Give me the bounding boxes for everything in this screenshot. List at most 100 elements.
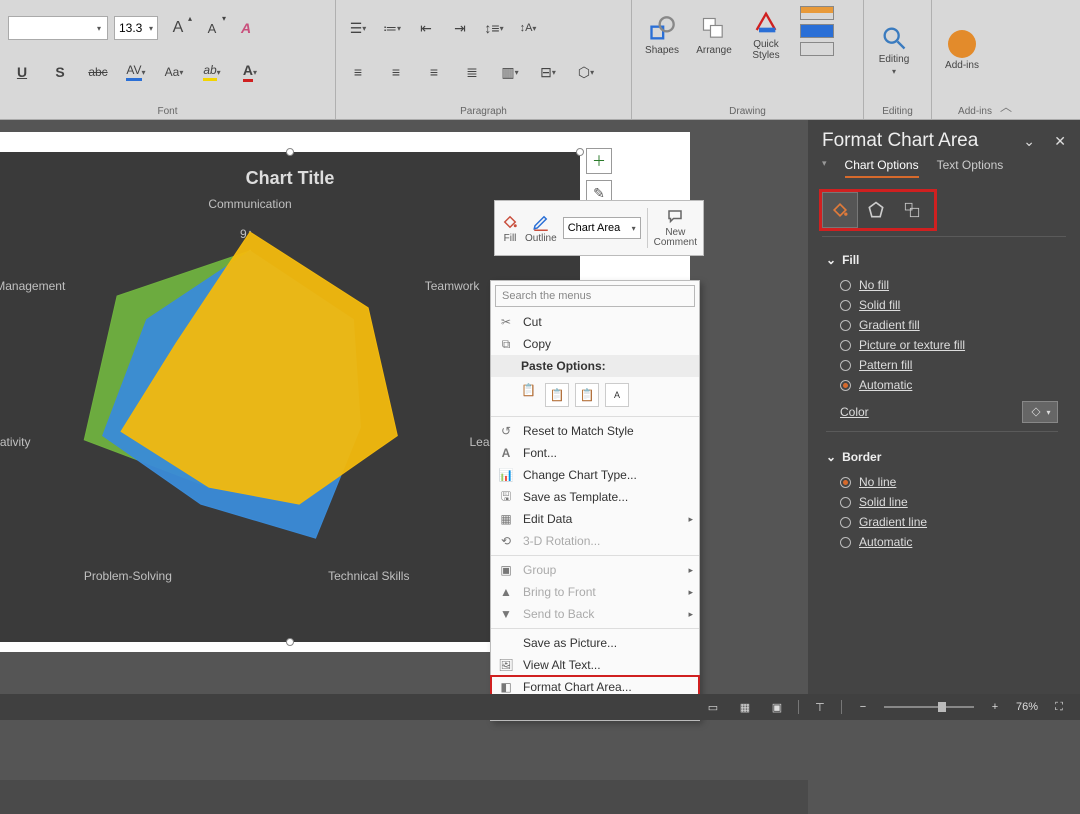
reset-icon: ↺ xyxy=(497,424,515,438)
view-normal-icon[interactable]: ▭ xyxy=(702,698,724,716)
pane-title: Format Chart Area xyxy=(822,130,978,152)
menu-save-template[interactable]: 🖫Save as Template... xyxy=(491,486,699,508)
menu-save-as-picture[interactable]: Save as Picture... xyxy=(491,632,699,654)
chart-title[interactable]: Chart Title xyxy=(0,152,580,189)
double-strike-button[interactable]: abc xyxy=(84,58,112,86)
justify-icon[interactable]: ≣ xyxy=(458,58,486,86)
fill-section-header[interactable]: ⌄Fill xyxy=(826,253,1062,267)
editing-group-label: Editing xyxy=(864,106,931,117)
quick-styles-button[interactable]: Quick Styles xyxy=(744,6,788,64)
chart-icon: 📊 xyxy=(497,468,515,482)
font-name-combo[interactable]: ▾ xyxy=(8,16,108,40)
align-text-icon[interactable]: ⊟▾ xyxy=(534,58,562,86)
pane-category-icons xyxy=(822,192,934,228)
notes-strip[interactable] xyxy=(0,780,808,814)
zoom-in-icon[interactable]: + xyxy=(984,698,1006,716)
tab-text-options[interactable]: Text Options xyxy=(937,158,1004,178)
mini-new-comment-button[interactable]: New Comment xyxy=(654,208,697,248)
arrange-button[interactable]: Arrange xyxy=(692,6,736,64)
fill-solid[interactable]: Solid fill xyxy=(826,295,1062,315)
resize-handle[interactable] xyxy=(286,148,294,156)
resize-handle[interactable] xyxy=(286,638,294,646)
svg-text:Problem-Solving: Problem-Solving xyxy=(84,569,172,583)
fill-picture[interactable]: Picture or texture fill xyxy=(826,335,1062,355)
char-spacing-button[interactable]: AV▾ xyxy=(122,58,150,86)
underline-button[interactable]: U xyxy=(8,58,36,86)
border-solid[interactable]: Solid line xyxy=(826,492,1062,512)
highlight-button[interactable]: ab▾ xyxy=(198,58,226,86)
bullets-icon[interactable]: ☰▾ xyxy=(344,14,372,42)
increase-indent-icon[interactable]: ⇥ xyxy=(446,14,474,42)
align-right-icon[interactable]: ≡ xyxy=(420,58,448,86)
collapse-ribbon-icon[interactable]: ︿ xyxy=(1000,98,1012,115)
change-case-button[interactable]: Aa▾ xyxy=(160,58,188,86)
menu-font[interactable]: AFont... xyxy=(491,442,699,464)
menu-reset-match-style[interactable]: ↺Reset to Match Style xyxy=(491,420,699,442)
shapes-icon xyxy=(648,15,676,43)
zoom-level[interactable]: 76% xyxy=(1016,701,1038,713)
menu-change-chart-type[interactable]: 📊Change Chart Type... xyxy=(491,464,699,486)
menu-view-alt-text[interactable]: 🖼View Alt Text... xyxy=(491,654,699,676)
mini-target-dropdown[interactable]: Chart Area▾ xyxy=(563,217,641,239)
edit-data-icon: ▦ xyxy=(497,512,515,526)
fit-to-window-icon[interactable]: ⛶ xyxy=(1048,698,1070,716)
mini-outline-button[interactable]: Outline xyxy=(525,213,557,244)
paragraph-group-label: Paragraph xyxy=(336,106,631,117)
border-section-header[interactable]: ⌄Border xyxy=(826,450,1062,464)
align-left-icon[interactable]: ≡ xyxy=(344,58,372,86)
svg-text:Creativity: Creativity xyxy=(0,435,31,449)
align-center-icon[interactable]: ≡ xyxy=(382,58,410,86)
strikethrough-button[interactable]: S xyxy=(46,58,74,86)
pane-close-icon[interactable]: ✕ xyxy=(1054,133,1066,149)
numbering-icon[interactable]: ≔▾ xyxy=(378,14,406,42)
pane-dropdown-icon[interactable]: ⌄ xyxy=(1023,133,1035,149)
border-no-line[interactable]: No line xyxy=(826,472,1062,492)
border-automatic[interactable]: Automatic xyxy=(826,532,1062,552)
effects-tab-icon[interactable] xyxy=(858,192,894,228)
fill-automatic[interactable]: Automatic xyxy=(826,375,1062,395)
paste-use-dest-button[interactable]: 📋 xyxy=(575,383,599,407)
menu-search-input[interactable]: Search the menus xyxy=(495,285,695,307)
zoom-out-icon[interactable]: − xyxy=(852,698,874,716)
smartart-icon[interactable]: ⬡▾ xyxy=(572,58,600,86)
view-slideshow-icon[interactable]: ⊤ xyxy=(809,698,831,716)
fill-color-picker[interactable]: ▾ xyxy=(1022,401,1058,423)
menu-copy[interactable]: ⧉Copy xyxy=(491,333,699,355)
fill-line-tab-icon[interactable] xyxy=(822,192,858,228)
menu-cut[interactable]: ✂Cut xyxy=(491,311,699,333)
editing-button[interactable]: Editing▾ xyxy=(872,6,916,94)
format-pane: Format Chart Area ⌄ ✕ ▾ Chart Options Te… xyxy=(808,120,1080,694)
menu-edit-data[interactable]: ▦Edit Data▸ xyxy=(491,508,699,530)
shapes-button[interactable]: Shapes xyxy=(640,6,684,64)
tab-chart-options[interactable]: Chart Options xyxy=(845,158,919,178)
text-direction-icon[interactable]: ↕A▾ xyxy=(514,14,542,42)
decrease-indent-icon[interactable]: ⇤ xyxy=(412,14,440,42)
fill-color-label: Color xyxy=(840,405,869,419)
shape-style-swatches[interactable] xyxy=(800,6,834,56)
line-spacing-icon[interactable]: ↕≡▾ xyxy=(480,14,508,42)
border-gradient[interactable]: Gradient line xyxy=(826,512,1062,532)
fill-gradient[interactable]: Gradient fill xyxy=(826,315,1062,335)
fill-no-fill[interactable]: No fill xyxy=(826,275,1062,295)
view-reading-icon[interactable]: ▣ xyxy=(766,698,788,716)
paste-text-only-button[interactable]: A xyxy=(605,383,629,407)
size-tab-icon[interactable] xyxy=(894,192,930,228)
view-sorter-icon[interactable]: ▦ xyxy=(734,698,756,716)
svg-text:Teamwork: Teamwork xyxy=(425,279,481,293)
save-template-icon: 🖫 xyxy=(497,487,515,508)
context-menu: Search the menus ✂Cut ⧉Copy Paste Option… xyxy=(490,280,700,721)
font-color-button[interactable]: A▾ xyxy=(236,58,264,86)
zoom-slider[interactable] xyxy=(884,706,974,708)
paste-keep-source-button[interactable]: 📋 xyxy=(545,383,569,407)
comment-icon xyxy=(666,208,684,226)
decrease-font-icon[interactable]: A▾ xyxy=(198,14,226,42)
mini-fill-button[interactable]: Fill xyxy=(501,213,519,244)
chart-elements-button[interactable]: ＋ xyxy=(586,148,612,174)
increase-font-icon[interactable]: A▴ xyxy=(164,14,192,42)
columns-icon[interactable]: ▥▾ xyxy=(496,58,524,86)
addins-button[interactable]: Add-ins xyxy=(940,6,984,94)
clear-formatting-icon[interactable]: A xyxy=(232,14,260,42)
fill-pattern[interactable]: Pattern fill xyxy=(826,355,1062,375)
resize-handle[interactable] xyxy=(576,148,584,156)
font-size-combo[interactable]: 13.3▾ xyxy=(114,16,158,40)
